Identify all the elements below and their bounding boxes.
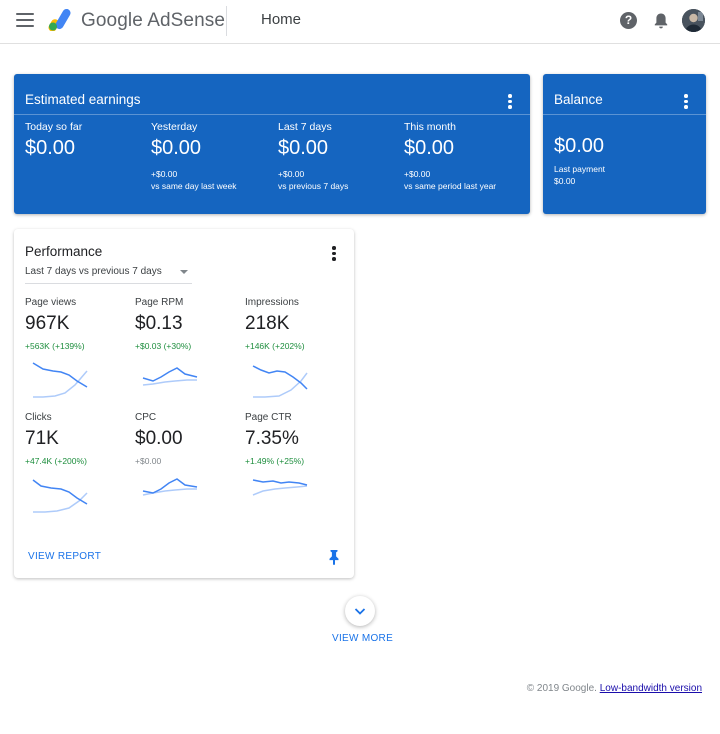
earnings-label: Yesterday bbox=[151, 121, 198, 133]
metric-delta: +$0.03 (+30%) bbox=[135, 341, 192, 351]
view-report-link[interactable]: VIEW REPORT bbox=[28, 551, 101, 562]
metric-delta: +146K (+202%) bbox=[245, 341, 305, 351]
header-divider bbox=[226, 6, 227, 36]
metric-clicks[interactable]: Clicks 71K +47.4K (+200%) bbox=[25, 412, 130, 513]
sparkline-icon bbox=[32, 479, 88, 513]
pin-icon[interactable] bbox=[328, 549, 340, 565]
help-icon[interactable]: ? bbox=[620, 12, 637, 29]
earnings-yesterday: Yesterday $0.00 +$0.00 vs same day last … bbox=[151, 121, 276, 192]
metric-delta: +1.49% (+25%) bbox=[245, 456, 305, 466]
metric-value: 7.35% bbox=[245, 428, 299, 449]
more-options-icon[interactable] bbox=[683, 94, 689, 110]
sparkline-icon bbox=[252, 479, 308, 496]
performance-card: Performance Last 7 days vs previous 7 da… bbox=[14, 229, 354, 578]
sparkline-icon bbox=[142, 367, 198, 386]
earnings-compare: vs same day last week bbox=[151, 181, 237, 191]
last-payment-label: Last payment bbox=[554, 164, 606, 174]
avatar[interactable] bbox=[682, 9, 705, 32]
earnings-compare: vs previous 7 days bbox=[278, 181, 349, 191]
sparkline-icon bbox=[252, 365, 308, 398]
date-range-label: Last 7 days vs previous 7 days bbox=[25, 266, 162, 277]
adsense-logo-icon[interactable] bbox=[48, 9, 74, 31]
metric-value: $0.13 bbox=[135, 313, 183, 334]
card-divider bbox=[14, 114, 530, 115]
metric-label: Impressions bbox=[245, 297, 299, 308]
metric-label: CPC bbox=[135, 412, 157, 423]
metric-label: Page CTR bbox=[245, 412, 292, 423]
balance-card: Balance $0.00 Last payment $0.00 bbox=[543, 74, 706, 214]
metric-delta: +563K (+139%) bbox=[25, 341, 85, 351]
card-title: Estimated earnings bbox=[25, 92, 141, 107]
date-range-dropdown[interactable]: Last 7 days vs previous 7 days bbox=[25, 266, 192, 284]
earnings-value: $0.00 bbox=[404, 137, 455, 159]
metric-page-ctr[interactable]: Page CTR 7.35% +1.49% (+25%) bbox=[245, 412, 350, 496]
chevron-down-icon bbox=[354, 608, 366, 615]
earnings-delta-value: +$0.00 bbox=[151, 169, 178, 179]
metric-label: Page RPM bbox=[135, 297, 184, 308]
earnings-label: Today so far bbox=[25, 121, 83, 133]
metric-cpc[interactable]: CPC $0.00 +$0.00 bbox=[135, 412, 240, 496]
avatar-photo-icon bbox=[682, 9, 705, 32]
metric-impressions[interactable]: Impressions 218K +146K (+202%) bbox=[245, 297, 350, 398]
last-payment-value: $0.00 bbox=[554, 176, 576, 186]
page-title: Home bbox=[261, 11, 302, 28]
chevron-down-icon bbox=[180, 270, 188, 274]
earnings-delta: +$0.00 vs same day last week bbox=[151, 168, 276, 192]
card-title: Performance bbox=[25, 244, 103, 259]
earnings-value: $0.00 bbox=[25, 137, 76, 159]
earnings-compare: vs same period last year bbox=[404, 181, 497, 191]
card-title: Balance bbox=[554, 92, 603, 107]
footer: © 2019 Google. Low-bandwidth version bbox=[527, 683, 702, 694]
earnings-delta: +$0.00 vs same period last year bbox=[404, 168, 529, 192]
brand-name[interactable]: Google AdSense bbox=[81, 10, 225, 32]
estimated-earnings-card: Estimated earnings Today so far $0.00 Ye… bbox=[14, 74, 530, 214]
earnings-delta-value: +$0.00 bbox=[278, 169, 305, 179]
metric-delta: +$0.00 bbox=[135, 456, 162, 466]
more-options-icon[interactable] bbox=[507, 94, 513, 110]
earnings-delta: +$0.00 vs previous 7 days bbox=[278, 168, 403, 192]
more-options-icon[interactable] bbox=[331, 246, 337, 262]
metric-value: 967K bbox=[25, 313, 70, 334]
menu-icon[interactable] bbox=[16, 13, 34, 27]
view-more-button[interactable] bbox=[345, 596, 375, 626]
metric-page-rpm[interactable]: Page RPM $0.13 +$0.03 (+30%) bbox=[135, 297, 240, 386]
earnings-value: $0.00 bbox=[278, 137, 329, 159]
earnings-label: Last 7 days bbox=[278, 121, 332, 133]
earnings-value: $0.00 bbox=[151, 137, 202, 159]
metric-delta: +47.4K (+200%) bbox=[25, 456, 87, 466]
metric-label: Page views bbox=[25, 297, 77, 308]
balance-value: $0.00 bbox=[554, 135, 605, 157]
sparkline-icon bbox=[32, 362, 88, 398]
copyright-text: © 2019 Google. bbox=[526, 683, 597, 694]
earnings-today: Today so far $0.00 bbox=[25, 121, 150, 160]
metric-value: 218K bbox=[245, 313, 290, 334]
metric-value: 71K bbox=[25, 428, 59, 449]
earnings-last-7-days: Last 7 days $0.00 +$0.00 vs previous 7 d… bbox=[278, 121, 403, 192]
top-app-bar: Google AdSense Home ? bbox=[0, 0, 720, 44]
earnings-this-month: This month $0.00 +$0.00 vs same period l… bbox=[404, 121, 529, 192]
low-bandwidth-link[interactable]: Low-bandwidth version bbox=[600, 683, 702, 694]
metric-page-views[interactable]: Page views 967K +563K (+139%) bbox=[25, 297, 130, 398]
earnings-label: This month bbox=[404, 121, 456, 133]
view-more-label[interactable]: VIEW MORE bbox=[332, 633, 393, 644]
sparkline-icon bbox=[142, 478, 198, 496]
earnings-delta-value: +$0.00 bbox=[404, 169, 431, 179]
card-divider bbox=[543, 114, 706, 115]
metric-value: $0.00 bbox=[135, 428, 183, 449]
metric-label: Clicks bbox=[25, 412, 52, 423]
bell-icon[interactable] bbox=[653, 12, 669, 30]
